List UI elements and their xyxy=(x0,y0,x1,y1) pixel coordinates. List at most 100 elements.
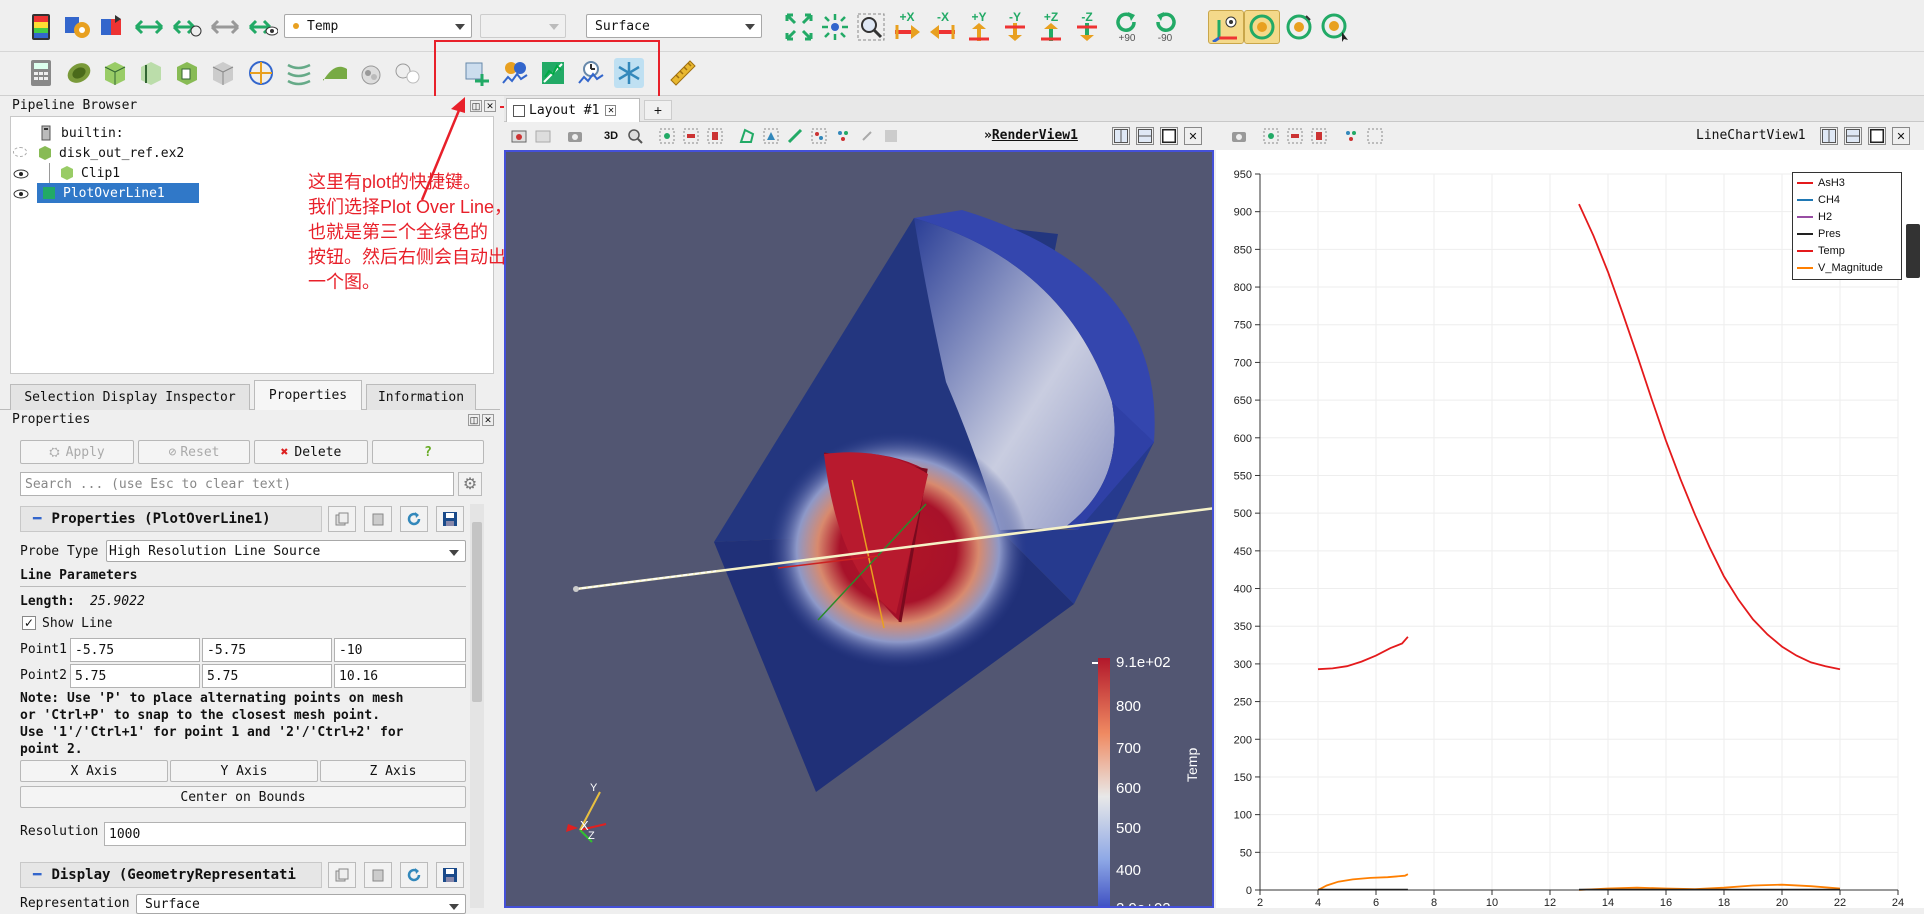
color-component-select[interactable] xyxy=(480,14,566,38)
line-chart-view[interactable]: 2 4 6 8 10 12 14 16 18 20 22 24 0 50 100 150 200 250 300 35… xyxy=(1216,150,1924,909)
z-axis-button[interactable]: Z Axis xyxy=(320,760,466,782)
color-legend-icon[interactable] xyxy=(26,12,56,42)
edit-color-map-icon[interactable] xyxy=(62,12,92,42)
restore-defaults-icon[interactable] xyxy=(400,862,428,888)
set-view-plus-y-button[interactable]: +Y xyxy=(964,8,994,44)
select-rows-icon[interactable] xyxy=(1286,127,1304,145)
chart-view-title[interactable]: LineChartView1 xyxy=(1696,128,1806,143)
toggle-selection-icon[interactable] xyxy=(1342,127,1360,145)
extract-level-icon[interactable] xyxy=(392,58,422,88)
screenshot-icon[interactable] xyxy=(566,127,584,145)
group-datasets-icon[interactable] xyxy=(356,58,386,88)
pipeline-item-builtin[interactable]: builtin: xyxy=(39,123,124,143)
tab-properties[interactable]: Properties xyxy=(254,380,362,410)
select-columns-icon[interactable] xyxy=(1310,127,1328,145)
hover-cells-icon[interactable] xyxy=(834,127,852,145)
select-points-icon[interactable] xyxy=(1262,127,1280,145)
help-button[interactable]: ? xyxy=(372,440,484,464)
zoom-to-data-icon[interactable] xyxy=(820,12,850,42)
x-axis-button[interactable]: X Axis xyxy=(20,760,168,782)
maximize-icon[interactable] xyxy=(1868,127,1886,145)
split-vertical-icon[interactable] xyxy=(1136,127,1154,145)
probe-type-select[interactable]: High Resolution Line Source xyxy=(106,540,466,562)
reset-camera-icon[interactable] xyxy=(784,12,814,42)
pipeline-item-clip1[interactable]: Clip1 xyxy=(59,163,120,183)
close-icon[interactable]: ✕ xyxy=(482,414,494,426)
rescale-temporal-icon[interactable] xyxy=(172,12,202,42)
pipeline-item-disk-out-ref[interactable]: disk_out_ref.ex2 xyxy=(37,143,184,163)
point2-y-field[interactable]: 5.75 xyxy=(202,664,332,688)
redo-camera-icon[interactable] xyxy=(534,127,552,145)
pick-center-icon[interactable] xyxy=(1320,12,1350,42)
apply-button[interactable]: ⛭ Apply xyxy=(20,440,134,464)
reset-button[interactable]: ⊘ Reset xyxy=(138,440,250,464)
copy-icon[interactable] xyxy=(328,506,356,532)
scrollbar-thumb[interactable] xyxy=(472,522,482,702)
tab-information[interactable]: Information xyxy=(366,384,476,410)
properties-section-header[interactable]: ━ Properties (PlotOverLine1) xyxy=(20,506,322,532)
show-center-icon[interactable] xyxy=(1244,10,1280,44)
paste-icon[interactable] xyxy=(364,506,392,532)
clear-selection-icon[interactable] xyxy=(1366,127,1384,145)
show-line-checkbox[interactable]: ✓ xyxy=(22,616,36,630)
close-view-icon[interactable]: ✕ xyxy=(1184,127,1202,145)
representation-field[interactable]: Surface xyxy=(136,894,466,914)
paste-icon[interactable] xyxy=(364,862,392,888)
point2-z-field[interactable]: 10.16 xyxy=(334,664,466,688)
layout-tab[interactable]: Layout #1 ✕ xyxy=(506,98,640,122)
select-cells-through-icon[interactable] xyxy=(706,127,724,145)
float-icon[interactable]: ◫ xyxy=(470,100,482,112)
rotate-minus90-button[interactable]: -90 xyxy=(1150,8,1180,46)
y-axis-button[interactable]: Y Axis xyxy=(170,760,318,782)
calculator-icon[interactable] xyxy=(26,58,56,88)
screenshot-icon[interactable] xyxy=(1230,127,1248,145)
rescale-visible-icon[interactable] xyxy=(210,12,240,42)
eye-visible-icon[interactable] xyxy=(13,187,29,199)
close-view-icon[interactable]: ✕ xyxy=(1892,127,1910,145)
point1-z-field[interactable]: -10 xyxy=(334,638,466,662)
point1-y-field[interactable]: -5.75 xyxy=(202,638,332,662)
color-by-select[interactable]: Temp xyxy=(284,14,472,38)
clear-selection-icon[interactable] xyxy=(882,127,900,145)
ruler-icon[interactable] xyxy=(668,58,698,88)
camera-icon[interactable] xyxy=(626,127,644,145)
interactive-select-icon[interactable] xyxy=(786,127,804,145)
point2-x-field[interactable]: 5.75 xyxy=(70,664,200,688)
search-input[interactable]: Search ... (use Esc to clear text) xyxy=(20,472,454,496)
grow-selection-icon[interactable] xyxy=(858,127,876,145)
maximize-icon[interactable] xyxy=(1160,127,1178,145)
select-polygon-icon[interactable] xyxy=(738,127,756,145)
clip-icon[interactable] xyxy=(100,58,130,88)
glyph-icon[interactable] xyxy=(246,58,276,88)
zoom-to-box-icon[interactable] xyxy=(856,12,886,42)
select-block-icon[interactable] xyxy=(762,127,780,145)
close-tab-icon[interactable]: ✕ xyxy=(605,105,617,116)
contour-icon[interactable] xyxy=(64,58,94,88)
extract-subset-icon[interactable] xyxy=(208,58,238,88)
reset-center-icon[interactable] xyxy=(1284,12,1314,42)
add-layout-tab-button[interactable]: + xyxy=(644,100,672,120)
eye-visible-icon[interactable] xyxy=(13,167,29,179)
scrollbar[interactable] xyxy=(470,504,484,908)
tab-selection-display-inspector[interactable]: Selection Display Inspector xyxy=(10,384,250,410)
render-view[interactable]: X Y Z 9.1e+02 800 700 600 500 400 2.9e+0… xyxy=(504,150,1214,908)
eye-hidden-icon[interactable] xyxy=(13,147,27,157)
set-view-minus-y-button[interactable]: -Y xyxy=(1000,8,1030,44)
render-view-title[interactable]: »RenderView1 xyxy=(984,128,1078,143)
split-vertical-icon[interactable] xyxy=(1844,127,1862,145)
threshold-icon[interactable] xyxy=(172,58,202,88)
advanced-gear-button[interactable]: ⚙ xyxy=(458,472,482,496)
float-icon[interactable]: ◫ xyxy=(468,414,480,426)
rescale-custom-icon[interactable] xyxy=(134,12,164,42)
rotate-plus90-button[interactable]: +90 xyxy=(1112,8,1142,46)
point1-x-field[interactable]: -5.75 xyxy=(70,638,200,662)
set-view-plus-z-button[interactable]: +Z xyxy=(1036,8,1066,44)
set-view-plus-x-button[interactable]: +X xyxy=(892,8,922,44)
pipeline-item-plotoverline1[interactable]: PlotOverLine1 xyxy=(37,183,199,203)
display-section-header[interactable]: ━ Display (GeometryRepresentati xyxy=(20,862,322,888)
slice-icon[interactable] xyxy=(136,58,166,88)
save-defaults-icon[interactable] xyxy=(436,862,464,888)
save-defaults-icon[interactable] xyxy=(436,506,464,532)
split-horizontal-icon[interactable] xyxy=(1112,127,1130,145)
resolution-field[interactable]: 1000 xyxy=(104,822,466,846)
